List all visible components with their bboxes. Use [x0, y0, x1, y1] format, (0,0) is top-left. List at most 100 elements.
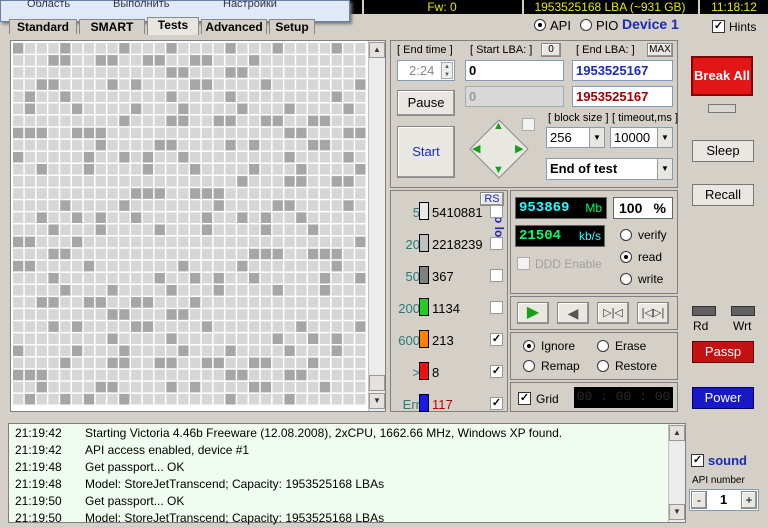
- block-cell: [48, 393, 59, 405]
- block-cell: [308, 260, 319, 272]
- end-action-select[interactable]: End of test ▼: [546, 158, 673, 180]
- pad-checkbox[interactable]: [522, 118, 535, 131]
- block-cell: [178, 55, 189, 66]
- block-cell: [284, 333, 295, 344]
- block-cell: [331, 297, 342, 308]
- counter-log-checkbox[interactable]: ✓: [490, 333, 503, 346]
- power-button[interactable]: Power: [692, 387, 754, 409]
- block-cell: [24, 272, 36, 284]
- api-number-label: API number: [692, 475, 745, 486]
- passp-button[interactable]: Passp: [692, 341, 754, 363]
- log-scrollbar[interactable]: ▲ ▼: [668, 424, 685, 522]
- tab-tests[interactable]: Tests: [147, 17, 199, 35]
- tab-standard[interactable]: Standard: [9, 19, 77, 34]
- timeout-select[interactable]: 10000 ▼: [610, 127, 673, 148]
- erase-radio[interactable]: [597, 340, 609, 352]
- block-cell: [272, 55, 283, 66]
- tab-advanced[interactable]: Advanced: [201, 19, 267, 34]
- arrow-right-icon[interactable]: ▶: [515, 142, 523, 155]
- ddd-enable-checkbox[interactable]: [517, 257, 530, 270]
- api-number-decrement[interactable]: -: [691, 491, 707, 509]
- start-button[interactable]: Start: [397, 126, 455, 178]
- block-cell: [36, 103, 47, 115]
- event-log[interactable]: 21:19:42 Starting Victoria 4.46b Freeware…: [8, 423, 686, 525]
- hints-checkbox[interactable]: ✓: [712, 20, 725, 33]
- block-cell: [142, 164, 154, 175]
- start-lba-reset-button[interactable]: 0: [541, 43, 561, 57]
- block-cell: [131, 321, 142, 332]
- counter-color-swatch: [419, 394, 429, 412]
- tab-setup[interactable]: Setup: [269, 19, 315, 34]
- block-cell: [284, 103, 295, 115]
- verify-radio[interactable]: [620, 229, 632, 241]
- hints-label: Hints: [729, 20, 757, 34]
- write-radio[interactable]: [620, 273, 632, 285]
- block-cell: [24, 200, 36, 211]
- scroll-up-arrow[interactable]: ▲: [369, 42, 385, 58]
- end-lba-max-button[interactable]: MAX: [647, 43, 673, 57]
- remap-radio[interactable]: [523, 360, 535, 372]
- counter-log-checkbox[interactable]: [490, 301, 503, 314]
- block-cell: [119, 103, 130, 115]
- arrow-up-icon[interactable]: ▲: [493, 120, 504, 132]
- counter-log-checkbox[interactable]: ✓: [490, 397, 503, 410]
- popup-item-run[interactable]: Выполнить: [113, 0, 169, 10]
- api-radio[interactable]: [534, 19, 546, 31]
- play-reverse-icon[interactable]: ◀: [557, 302, 589, 324]
- block-cell: [36, 272, 47, 284]
- block-cell: [190, 321, 201, 332]
- end-lba-label: [ End LBA: ]: [576, 44, 635, 56]
- block-size-select[interactable]: 256 ▼: [546, 127, 605, 148]
- sleep-button[interactable]: Sleep: [692, 140, 754, 162]
- block-cell: [178, 272, 189, 284]
- block-cell: [95, 272, 106, 284]
- recall-button[interactable]: Recall: [692, 184, 754, 206]
- pio-radio[interactable]: [580, 19, 592, 31]
- api-number-stepper[interactable]: - 1 +: [689, 489, 759, 511]
- sound-checkbox[interactable]: ✓: [691, 454, 704, 467]
- block-cell: [154, 127, 165, 139]
- counter-log-checkbox[interactable]: ✓: [490, 365, 503, 378]
- block-cell: [142, 212, 154, 223]
- restore-radio[interactable]: [597, 360, 609, 372]
- api-number-increment[interactable]: +: [741, 491, 757, 509]
- log-time: 21:19:50: [15, 494, 62, 508]
- read-radio[interactable]: [620, 251, 632, 263]
- block-cell: [166, 236, 177, 248]
- block-cell: [166, 139, 177, 151]
- start-lba-input[interactable]: 0: [465, 60, 564, 81]
- block-cell: [237, 139, 248, 151]
- end-lba-input[interactable]: 1953525167: [572, 60, 673, 81]
- end-time-input[interactable]: 2:24 ▲ ▼: [397, 60, 455, 81]
- arrow-down-icon[interactable]: ▼: [493, 164, 504, 176]
- play-forward-icon[interactable]: ▶: [517, 302, 549, 324]
- tab-smart[interactable]: SMART: [79, 19, 145, 34]
- pause-button[interactable]: Pause: [397, 90, 455, 116]
- scroll-thumb[interactable]: [369, 375, 385, 391]
- counter-log-checkbox[interactable]: [490, 269, 503, 282]
- block-cell: [319, 297, 331, 308]
- ignore-radio[interactable]: [523, 340, 535, 352]
- skip-end-icon[interactable]: |◁▷|: [637, 302, 669, 324]
- grid-scrollbar[interactable]: ▲ ▼: [368, 41, 385, 411]
- block-cell: [213, 91, 224, 102]
- block-cell: [13, 127, 24, 139]
- counter-log-checkbox[interactable]: [490, 237, 503, 250]
- block-cell: [107, 188, 118, 199]
- scroll-down-arrow[interactable]: ▼: [369, 393, 385, 409]
- popup-item-settings[interactable]: Настройки: [223, 0, 277, 10]
- block-cell: [284, 285, 295, 296]
- block-cell: [190, 309, 201, 320]
- block-cell: [107, 333, 118, 344]
- skip-forward-icon[interactable]: ▷|◁: [597, 302, 629, 324]
- log-scroll-up-arrow[interactable]: ▲: [669, 425, 685, 441]
- block-cell: [13, 164, 24, 175]
- block-cell: [95, 176, 106, 187]
- break-all-button[interactable]: Break All: [691, 56, 753, 96]
- log-scroll-down-arrow[interactable]: ▼: [669, 504, 685, 520]
- arrow-left-icon[interactable]: ◀: [472, 142, 480, 155]
- popup-item-area[interactable]: Область: [27, 0, 70, 10]
- grid-checkbox[interactable]: ✓: [518, 392, 531, 405]
- counter-log-checkbox[interactable]: [490, 205, 503, 218]
- end-time-spinner[interactable]: ▲ ▼: [441, 62, 453, 79]
